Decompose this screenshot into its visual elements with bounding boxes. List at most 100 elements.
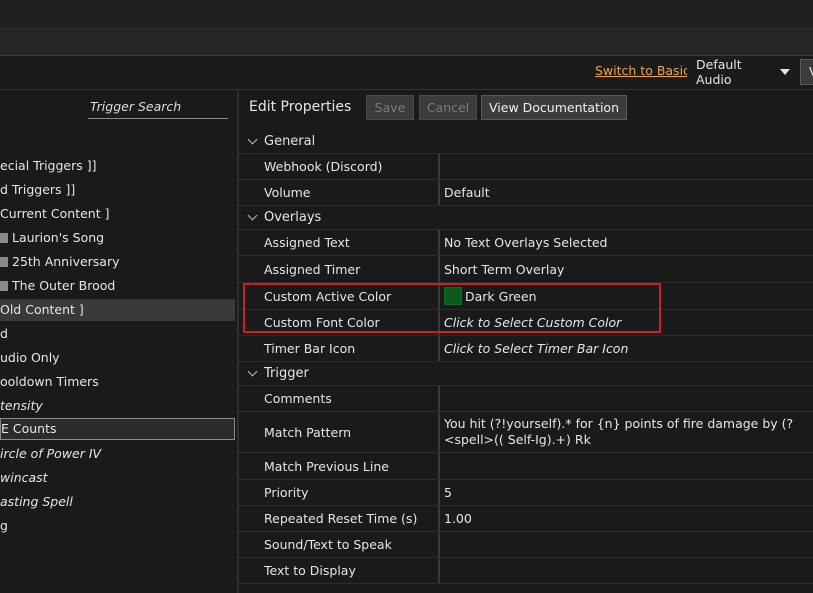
prop-value[interactable] — [444, 558, 813, 583]
tree-item-g[interactable]: g — [0, 515, 235, 537]
tree-item-twincast[interactable]: wincast — [0, 467, 235, 489]
prop-value[interactable] — [444, 453, 813, 479]
column-divider — [438, 453, 440, 479]
tree-item-circle-of-power[interactable]: ircle of Power IV — [0, 443, 235, 465]
tree-item-25th-anniversary[interactable]: 25th Anniversary — [0, 251, 235, 273]
tree-item-special-triggers[interactable]: ecial Triggers ]] — [0, 155, 235, 177]
prop-row-webhook[interactable]: Webhook (Discord) — [239, 154, 813, 180]
tree-item-old-content[interactable]: Old Content ] — [0, 299, 235, 321]
section-overlays[interactable]: Overlays — [239, 206, 813, 230]
tree-item-e-counts[interactable]: E Counts — [0, 418, 235, 440]
tree-item-label: tensity — [0, 398, 43, 413]
tree-item-laurions-song[interactable]: Laurion's Song — [0, 227, 235, 249]
column-divider — [438, 412, 440, 452]
tree-item-label: 25th Anniversary — [12, 254, 120, 269]
section-trigger[interactable]: Trigger — [239, 362, 813, 386]
toolbar-button-v[interactable]: V — [800, 59, 813, 85]
prop-name: Match Pattern — [264, 424, 352, 440]
prop-value[interactable]: You hit (?!yourself).* for {n} points of… — [444, 412, 813, 456]
prop-row-text-to-display[interactable]: Text to Display — [239, 558, 813, 584]
edit-properties-title: Edit Properties — [249, 99, 352, 115]
cancel-button[interactable]: Cancel — [419, 95, 477, 120]
column-divider — [438, 180, 440, 205]
prop-row-volume[interactable]: Volume Default — [239, 180, 813, 206]
checkbox-icon[interactable] — [0, 257, 8, 267]
column-divider — [438, 310, 440, 335]
column-divider — [438, 532, 440, 557]
prop-name: Custom Active Color — [264, 288, 392, 304]
tree-item-label: udio Only — [0, 350, 60, 365]
prop-name: Text to Display — [264, 563, 356, 578]
tree-item-outer-brood[interactable]: The Outer Brood — [0, 275, 235, 297]
prop-row-repeated-reset-time[interactable]: Repeated Reset Time (s) 1.00 — [239, 506, 813, 532]
tree-item-intensity[interactable]: tensity — [0, 395, 235, 417]
column-divider — [438, 480, 440, 505]
tree-item-label: E Counts — [1, 421, 57, 436]
prop-value[interactable]: Short Term Overlay — [444, 256, 813, 282]
save-button[interactable]: Save — [366, 95, 414, 120]
prop-value[interactable]: Default — [444, 180, 813, 205]
column-divider — [438, 256, 440, 282]
prop-row-match-pattern[interactable]: Match Pattern You hit (?!yourself).* for… — [239, 412, 813, 453]
prop-row-custom-active-color[interactable]: Custom Active Color Dark Green — [239, 283, 813, 310]
prop-value[interactable] — [444, 154, 813, 179]
prop-value[interactable]: Click to Select Timer Bar Icon — [444, 336, 813, 361]
switch-to-basic-link[interactable]: Switch to Basic — [595, 63, 690, 78]
tree-item-label: d — [0, 326, 8, 341]
column-divider — [438, 283, 440, 309]
audio-profile-dropdown[interactable]: Default Audio — [687, 57, 791, 87]
section-general[interactable]: General — [239, 130, 813, 154]
prop-value[interactable]: 1.00 — [444, 506, 813, 531]
prop-value[interactable] — [444, 386, 813, 411]
tree-item-label: d Triggers ]] — [0, 182, 76, 197]
prop-name: Sound/Text to Speak — [264, 537, 392, 552]
column-divider — [438, 336, 440, 361]
tree-item-d[interactable]: d — [0, 323, 235, 345]
checkbox-icon[interactable] — [0, 233, 8, 243]
prop-value[interactable]: No Text Overlays Selected — [444, 230, 813, 255]
prop-value[interactable] — [444, 532, 813, 557]
tree-item-label: ircle of Power IV — [0, 446, 102, 461]
tree-item-audio-only[interactable]: udio Only — [0, 347, 235, 369]
tree-item-label: asting Spell — [0, 494, 73, 509]
prop-row-assigned-timer[interactable]: Assigned Timer Short Term Overlay — [239, 256, 813, 283]
prop-name: Volume — [264, 185, 311, 200]
prop-row-match-previous-line[interactable]: Match Previous Line — [239, 453, 813, 480]
prop-row-custom-font-color[interactable]: Custom Font Color Click to Select Custom… — [239, 310, 813, 336]
tree-item-label: ecial Triggers ]] — [0, 158, 97, 173]
column-divider — [438, 230, 440, 255]
prop-name: Priority — [264, 485, 309, 500]
prop-row-comments[interactable]: Comments — [239, 386, 813, 412]
chevron-down-icon — [247, 210, 258, 221]
color-swatch[interactable] — [444, 287, 462, 305]
tree-item-casting-spell[interactable]: asting Spell — [0, 491, 235, 513]
column-divider — [438, 154, 440, 179]
chevron-down-icon — [247, 134, 258, 145]
prop-name: Timer Bar Icon — [264, 341, 356, 356]
prop-name: Comments — [264, 391, 332, 406]
prop-value[interactable]: 5 — [444, 480, 813, 505]
section-label: General — [264, 134, 316, 149]
prop-row-assigned-text[interactable]: Assigned Text No Text Overlays Selected — [239, 230, 813, 256]
title-bar — [0, 0, 813, 27]
chevron-down-icon — [780, 69, 790, 75]
menu-bar — [0, 27, 813, 56]
tree-item-cooldown-timers[interactable]: ooldown Timers — [0, 371, 235, 393]
tree-item-current-content[interactable]: Current Content ] — [0, 203, 235, 225]
prop-row-sound-text-to-speak[interactable]: Sound/Text to Speak — [239, 532, 813, 558]
view-documentation-button[interactable]: View Documentation — [481, 95, 627, 120]
prop-name: Custom Font Color — [264, 315, 380, 330]
tree-item-shared-triggers[interactable]: d Triggers ]] — [0, 179, 235, 201]
column-divider — [438, 558, 440, 583]
checkbox-icon[interactable] — [0, 281, 8, 291]
tree-item-label: Old Content ] — [0, 302, 84, 317]
prop-value[interactable]: Click to Select Custom Color — [444, 310, 813, 335]
prop-row-timer-bar-icon[interactable]: Timer Bar Icon Click to Select Timer Bar… — [239, 336, 813, 362]
tree-item-label: The Outer Brood — [12, 278, 116, 293]
tree-item-label: Laurion's Song — [12, 230, 105, 245]
trigger-search-input[interactable]: Trigger Search — [88, 97, 228, 119]
prop-row-priority[interactable]: Priority 5 — [239, 480, 813, 506]
toolbar-button-v-label: V — [809, 64, 813, 79]
chevron-down-icon — [247, 366, 258, 377]
prop-value[interactable]: Dark Green — [444, 283, 813, 309]
